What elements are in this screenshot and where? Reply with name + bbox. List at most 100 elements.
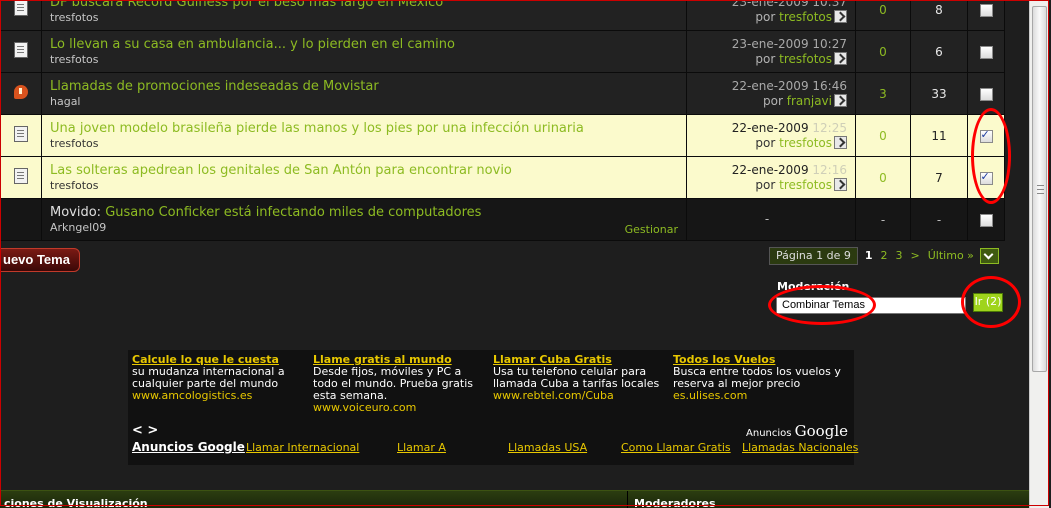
thread-author[interactable]: tresfotos (50, 53, 678, 67)
doc-icon (14, 168, 28, 184)
thread-select-checkbox[interactable] (979, 87, 993, 101)
go-to-last-post-icon[interactable] (834, 93, 847, 107)
last-post-time: 10:27 (812, 36, 847, 51)
thread-title-link[interactable]: Lo llevan a su casa en ambulancia... y l… (50, 36, 678, 53)
last-post-user[interactable]: franjavi (787, 94, 832, 108)
views-count: 33 (931, 86, 947, 101)
ad-unit[interactable]: Todos los Vuelos Busca entre todos los v… (673, 354, 849, 402)
thread-row: Lo llevan a su casa en ambulancia... y l… (0, 30, 1005, 73)
replies-count[interactable]: 0 (879, 129, 887, 143)
display-options-header: ciones de Visualización (4, 497, 148, 508)
ad-body: Usa tu telefono celular para llamada Cub… (493, 365, 660, 390)
thread-row: DF buscará Record Guiness por el beso má… (0, 0, 1005, 31)
page-info: Página 1 de 9 (769, 246, 858, 265)
views-placeholder: - (936, 212, 942, 227)
scrollbar-thumb[interactable] (1032, 6, 1047, 372)
last-post-user[interactable]: tresfotos (779, 178, 832, 192)
forum-page: DF buscará Record Guiness por el beso má… (0, 0, 1029, 508)
ad-prev-next-arrows[interactable]: < > (132, 423, 158, 438)
thread-select-checkbox[interactable] (979, 45, 993, 59)
ads-by-prefix: Anuncios (746, 428, 792, 439)
replies-count[interactable]: 3 (879, 87, 887, 101)
last-post-user[interactable]: tresfotos (779, 10, 832, 24)
thread-title-link[interactable]: Las solteras apedrean los genitales de S… (50, 162, 678, 179)
pagination: Página 1 de 9 1 2 3 > Último » (769, 246, 999, 265)
thread-select-checkbox[interactable] (979, 3, 993, 17)
google-ads-block: Calcule lo que le cuesta su mudanza inte… (128, 350, 858, 465)
ad-link[interactable]: Llamar A (397, 441, 446, 454)
moved-thread-row: Movido: Gusano Conficker está infectando… (0, 198, 1005, 241)
thread-select-checkbox[interactable] (979, 213, 993, 227)
ad-link[interactable]: Llamar Internacional (246, 441, 359, 454)
ad-unit[interactable]: Llamar Cuba Gratis Usa tu telefono celul… (493, 354, 669, 402)
moved-thread-title-link[interactable]: Gusano Conficker está infectando miles d… (105, 205, 481, 220)
thread-author[interactable]: hagal (50, 95, 678, 109)
ad-unit[interactable]: Llame gratis al mundo Desde fijos, móvil… (313, 354, 489, 414)
last-post-by-label: por (763, 93, 783, 108)
doc-icon (14, 0, 28, 16)
ad-link[interactable]: Llamadas Nacionales (742, 441, 858, 454)
last-post-by-label: por (755, 51, 776, 66)
last-post-by-label: por (755, 177, 776, 192)
last-post-by-label: por (755, 135, 776, 150)
thread-author[interactable]: Arkngel09 (50, 221, 678, 235)
views-count: 6 (935, 44, 943, 59)
views-count: 7 (935, 170, 943, 185)
ad-unit[interactable]: Calcule lo que le cuesta su mudanza inte… (132, 354, 308, 402)
last-post-date: 22-ene-2009 (731, 78, 809, 93)
ad-body: Desde fijos, móviles y PC a todo el mund… (313, 365, 474, 402)
ad-link[interactable]: Como Llamar Gratis (621, 441, 731, 454)
google-logo: Google (794, 422, 848, 440)
views-count: 8 (935, 2, 943, 17)
next-page-link[interactable]: > (911, 249, 920, 262)
ad-url[interactable]: www.voiceuro.com (313, 402, 489, 414)
page-link-2[interactable]: 2 (881, 249, 888, 262)
ad-link[interactable]: Llamadas USA (508, 441, 587, 454)
thread-author[interactable]: tresfotos (50, 179, 678, 193)
go-to-last-post-icon[interactable] (834, 51, 847, 65)
ad-links-lead[interactable]: Anuncios Google (132, 440, 245, 454)
doc-icon (14, 126, 28, 142)
thread-row: Llamadas de promociones indeseadas de Mo… (0, 72, 1005, 115)
replies-count[interactable]: 0 (879, 45, 887, 59)
ad-url[interactable]: www.amcologistics.es (132, 390, 308, 402)
replies-count[interactable]: 0 (879, 3, 887, 17)
ads-by-google[interactable]: Anuncios Google (746, 422, 848, 440)
last-post-placeholder: - (764, 212, 770, 226)
go-to-last-post-icon[interactable] (834, 9, 847, 23)
manage-link[interactable]: Gestionar (625, 223, 678, 236)
last-post-user[interactable]: tresfotos (779, 52, 832, 66)
replies-count[interactable]: 0 (879, 171, 887, 185)
last-page-link[interactable]: Último » (928, 249, 974, 262)
ad-url[interactable]: es.ulises.com (673, 390, 849, 402)
thread-author[interactable]: tresfotos (50, 11, 678, 25)
page-link-3[interactable]: 3 (896, 249, 903, 262)
current-page: 1 (864, 249, 873, 262)
annotation-circle (971, 108, 1011, 204)
moderators-header: Moderadores (634, 497, 716, 508)
thread-row-selected: Las solteras apedrean los genitales de S… (0, 156, 1005, 199)
thread-title-link[interactable]: Llamadas de promociones indeseadas de Mo… (50, 78, 678, 95)
annotation-circle (768, 285, 876, 325)
last-post-user[interactable]: tresfotos (779, 136, 832, 150)
new-topic-button[interactable]: uevo Tema (0, 248, 80, 272)
thread-row-selected: Una joven modelo brasileña pierde las ma… (0, 114, 1005, 157)
annotation-circle (961, 276, 1021, 328)
last-post-date: 22-ene-2009 (731, 162, 809, 177)
scrollbar-grip-icon (1037, 185, 1044, 194)
last-post-time: 12:25 (812, 120, 847, 135)
go-to-last-post-icon[interactable] (834, 177, 847, 191)
thread-title-link[interactable]: Una joven modelo brasileña pierde las ma… (50, 120, 678, 137)
last-post-time: 10:37 (812, 0, 847, 9)
ad-url[interactable]: www.rebtel.com/Cuba (493, 390, 669, 402)
new-topic-label: uevo Tema (3, 252, 70, 267)
page-jump-dropdown-icon[interactable] (979, 247, 999, 264)
go-to-last-post-icon[interactable] (834, 135, 847, 149)
vertical-scrollbar[interactable] (1029, 0, 1049, 508)
thread-author[interactable]: tresfotos (50, 137, 678, 151)
thread-title-link[interactable]: DF buscará Record Guiness por el beso má… (50, 0, 678, 11)
last-post-by-label: por (755, 9, 776, 24)
last-post-date: 23-ene-2009 (731, 0, 809, 9)
moved-label: Movido: (50, 205, 102, 220)
ad-body: Busca entre todos los vuelos y reserva a… (673, 365, 841, 390)
